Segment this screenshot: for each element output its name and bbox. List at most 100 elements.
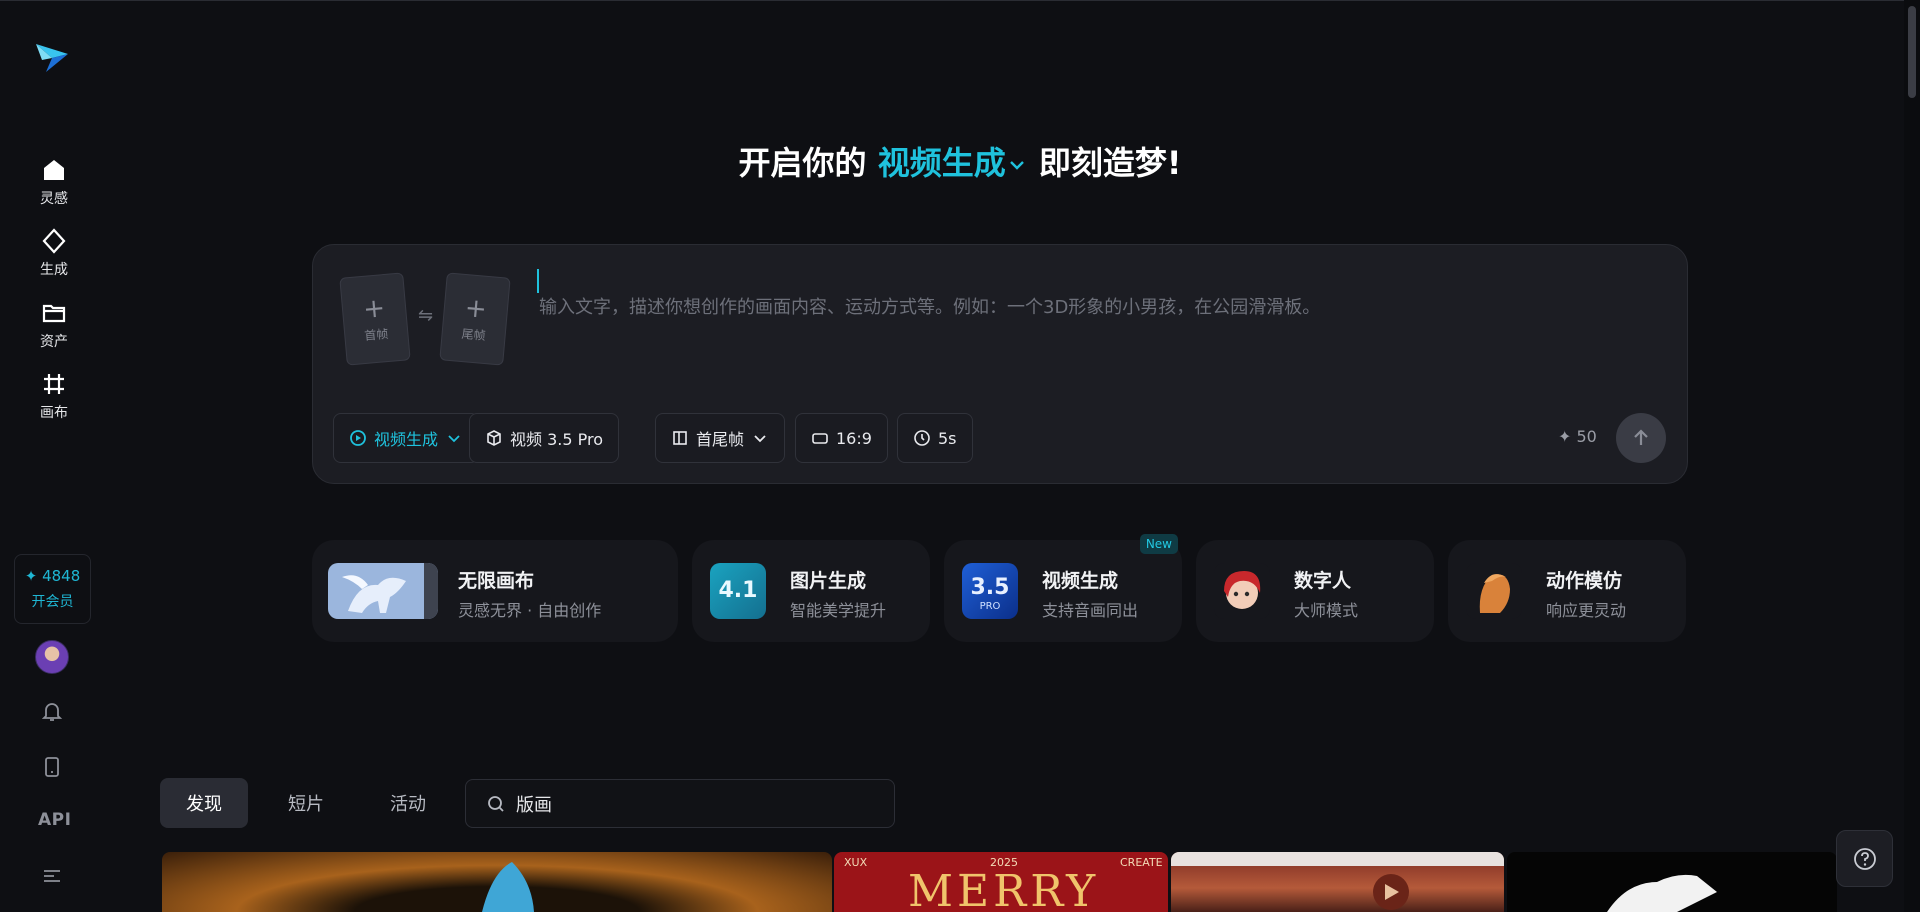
- last-frame-upload[interactable]: + 尾帧: [439, 272, 511, 366]
- scrollbar-thumb[interactable]: [1908, 6, 1916, 98]
- mode-dropdown[interactable]: 视频生成: [333, 413, 480, 463]
- model-dropdown[interactable]: 视频 3.5 Pro: [469, 413, 620, 463]
- feature-subtitle: 响应更灵动: [1546, 601, 1627, 620]
- credit-cost: ✦ 50: [1558, 427, 1597, 446]
- feature-card-infinite-canvas[interactable]: 无限画布 灵感无界 · 自由创作: [312, 540, 678, 642]
- feature-thumb: 4.1: [710, 563, 766, 619]
- canvas-icon: [44, 374, 64, 394]
- prompt-panel: + 首帧 ⇋ + 尾帧 视频生成 视频 3.5 Pro 首尾帧 16:9 5s …: [312, 244, 1688, 484]
- feature-card-digital-human[interactable]: 数字人 大师模式: [1196, 540, 1434, 642]
- top-border: [0, 0, 1920, 1]
- feature-thumb: [1466, 563, 1522, 619]
- chevron-down-icon: [448, 435, 460, 443]
- gallery-image: [1607, 874, 1717, 912]
- video-play-icon: [350, 430, 366, 446]
- bell-icon[interactable]: [38, 697, 66, 725]
- sidebar-item-canvas[interactable]: 画布: [22, 370, 86, 432]
- first-frame-upload[interactable]: + 首帧: [339, 272, 411, 366]
- plus-icon: +: [361, 292, 387, 325]
- menu-icon[interactable]: [38, 862, 66, 890]
- thumb-pro: PRO: [979, 601, 1001, 612]
- swap-icon[interactable]: ⇋: [418, 305, 433, 326]
- feature-thumb: 3.5 PRO: [962, 563, 1018, 619]
- credit-cost-value: 50: [1576, 427, 1597, 446]
- gallery-title: MERRY: [908, 866, 1100, 912]
- prompt-input[interactable]: [539, 267, 1659, 347]
- tab-events[interactable]: 活动: [364, 778, 452, 828]
- help-button[interactable]: [1836, 830, 1893, 887]
- gallery-item[interactable]: [1171, 852, 1504, 912]
- feature-thumb: [328, 563, 438, 619]
- feature-card-image-gen[interactable]: 4.1 图片生成 智能美学提升: [692, 540, 930, 642]
- gallery-caption-left: XUX: [844, 856, 868, 869]
- tab-shorts[interactable]: 短片: [262, 778, 350, 828]
- mode-dropdown-label: 视频生成: [374, 430, 439, 449]
- feature-title: 动作模仿: [1546, 570, 1623, 592]
- feature-title: 视频生成: [1042, 570, 1119, 592]
- gallery-item[interactable]: [162, 852, 832, 912]
- sidebar-item-assets[interactable]: 资产: [22, 299, 86, 361]
- mobile-icon[interactable]: [38, 753, 66, 781]
- feature-subtitle: 支持音画同出: [1042, 601, 1139, 620]
- plus-icon: +: [463, 292, 489, 325]
- thumb-version: 4.1: [718, 578, 758, 603]
- page-title: 开启你的 视频生成 即刻造梦!: [0, 138, 1920, 184]
- sidebar-item-generate[interactable]: 生成: [22, 227, 86, 289]
- feature-subtitle: 智能美学提升: [790, 601, 887, 620]
- avatar[interactable]: [35, 640, 69, 674]
- title-suffix: 即刻造梦!: [1038, 144, 1182, 182]
- help-icon: [1853, 847, 1876, 870]
- mode-selector-label: 视频生成: [877, 144, 1006, 182]
- ratio-icon: [812, 433, 828, 444]
- feature-thumb: [1214, 563, 1270, 619]
- feature-subtitle: 灵感无界 · 自由创作: [458, 601, 602, 620]
- tab-discover[interactable]: 发现: [160, 778, 248, 828]
- folder-icon: [42, 304, 66, 323]
- api-link[interactable]: API: [38, 810, 71, 830]
- frames-dropdown[interactable]: 首尾帧: [655, 413, 786, 463]
- sidebar-item-label: 生成: [40, 262, 68, 278]
- chevron-down-icon: [1009, 161, 1024, 170]
- sidebar: 灵感 生成 资产 画布 ✦ 4848 开会员 API: [0, 0, 108, 912]
- gallery-image: [1171, 852, 1504, 910]
- arrow-up-icon: [1634, 429, 1648, 445]
- model-dropdown-label: 视频 3.5 Pro: [510, 430, 604, 449]
- scrollbar[interactable]: [1904, 0, 1920, 912]
- ratio-dropdown[interactable]: 16:9: [795, 413, 888, 463]
- search-box[interactable]: [465, 779, 895, 828]
- ratio-dropdown-label: 16:9: [836, 428, 872, 448]
- app-logo[interactable]: [34, 38, 70, 74]
- last-frame-label: 尾帧: [461, 326, 487, 343]
- cube-icon: [487, 430, 501, 446]
- feature-subtitle: 大师模式: [1294, 601, 1359, 620]
- sparkle-icon: [42, 228, 66, 254]
- clock-icon: [914, 430, 930, 446]
- new-badge: New: [1139, 534, 1178, 554]
- gallery-image: [482, 862, 534, 912]
- chevron-down-icon: [754, 435, 766, 443]
- mode-selector[interactable]: 视频生成: [878, 144, 1028, 182]
- vip-link[interactable]: 开会员: [32, 591, 74, 611]
- credits-value: 4848: [42, 567, 81, 585]
- feature-card-motion-mimic[interactable]: 动作模仿 响应更灵动: [1448, 540, 1686, 642]
- search-input[interactable]: [516, 793, 876, 814]
- gallery-item[interactable]: XUX 2025 CREATE MERRY: [834, 852, 1168, 912]
- search-icon: [488, 795, 504, 812]
- duration-dropdown-label: 5s: [938, 428, 957, 448]
- feature-title: 无限画布: [458, 570, 535, 592]
- sidebar-item-label: 灵感: [40, 191, 68, 207]
- sidebar-item-label: 资产: [40, 334, 68, 350]
- feature-title: 图片生成: [790, 570, 867, 592]
- send-button[interactable]: [1616, 413, 1666, 463]
- credits-count: ✦ 4848: [24, 567, 81, 585]
- frames-dropdown-label: 首尾帧: [696, 430, 745, 449]
- feature-card-video-gen[interactable]: New 3.5 PRO 视频生成 支持音画同出: [944, 534, 1182, 642]
- first-frame-label: 首帧: [363, 326, 389, 343]
- gallery-caption-right: CREATE: [1120, 856, 1163, 869]
- feature-title: 数字人: [1294, 570, 1352, 592]
- credits-box[interactable]: ✦ 4848 开会员: [14, 554, 91, 624]
- gallery-item[interactable]: [1507, 852, 1837, 912]
- duration-dropdown[interactable]: 5s: [897, 413, 973, 463]
- sidebar-item-label: 画布: [40, 405, 68, 421]
- title-prefix: 开启你的: [738, 144, 867, 182]
